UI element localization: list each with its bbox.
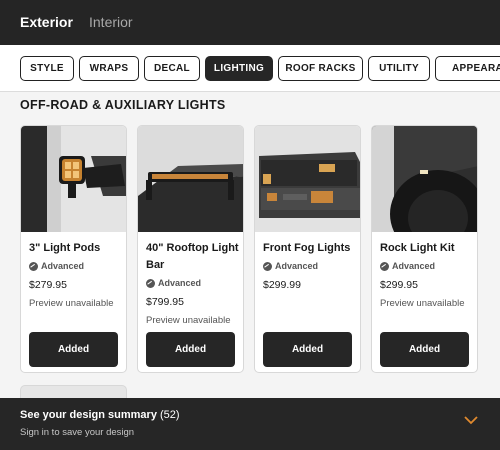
product-price: $299.99 <box>263 279 301 291</box>
product-card[interactable]: Front Fog Lights Advanced $299.99 Added <box>254 125 361 373</box>
top-navigation-bar: Exterior Interior <box>0 0 500 45</box>
added-button[interactable]: Added <box>146 332 235 367</box>
product-card[interactable]: Rock Light Kit Advanced $299.95 Preview … <box>371 125 478 373</box>
advanced-badge: Advanced <box>380 261 435 271</box>
gauge-icon <box>263 261 272 271</box>
added-button[interactable]: Added <box>29 332 118 367</box>
product-name: 40" Rooftop Light Bar <box>146 242 239 271</box>
product-price: $799.95 <box>146 296 184 308</box>
preview-note: Preview unavailable <box>380 298 465 309</box>
badge-label: Advanced <box>275 261 319 271</box>
preview-note: Preview unavailable <box>146 315 231 326</box>
filter-chip-utility[interactable]: UTILITY <box>368 56 430 81</box>
filter-chip-appearance[interactable]: APPEARAN <box>435 56 500 81</box>
preview-note: Preview unavailable <box>29 298 114 309</box>
product-name: Rock Light Kit <box>380 242 455 254</box>
added-button[interactable]: Added <box>263 332 352 367</box>
added-button[interactable]: Added <box>380 332 469 367</box>
rock-light-image <box>372 126 477 232</box>
badge-label: Advanced <box>392 261 436 271</box>
advanced-badge: Advanced <box>146 278 201 288</box>
summary-title[interactable]: See your design summary (52) <box>20 409 180 421</box>
tab-exterior[interactable]: Exterior <box>20 14 73 30</box>
advanced-badge: Advanced <box>263 261 318 271</box>
advanced-badge: Advanced <box>29 261 84 271</box>
badge-label: Advanced <box>158 278 202 288</box>
product-card[interactable]: 40" Rooftop Light Bar Advanced $799.95 P… <box>137 125 244 373</box>
section-title: OFF-ROAD & AUXILIARY LIGHTS <box>20 98 226 112</box>
light-pod-image <box>21 126 126 232</box>
summary-count: (52) <box>160 409 180 421</box>
product-card[interactable]: 3" Light Pods Advanced $279.95 Preview u… <box>20 125 127 373</box>
filter-chip-wraps[interactable]: WRAPS <box>79 56 139 81</box>
gauge-icon <box>146 278 155 288</box>
product-price: $299.95 <box>380 279 418 291</box>
design-summary-bar[interactable]: See your design summary (52) Sign in to … <box>0 398 500 450</box>
summary-title-text: See your design summary <box>20 409 157 421</box>
product-name: 3" Light Pods <box>29 242 101 254</box>
rooftop-light-bar-image <box>138 126 243 232</box>
filter-chip-roof-racks[interactable]: ROOF RACKS <box>278 56 363 81</box>
filter-chip-style[interactable]: STYLE <box>20 56 74 81</box>
filter-chip-lighting[interactable]: LIGHTING <box>205 56 273 81</box>
chevron-down-icon[interactable] <box>464 416 478 425</box>
gauge-icon <box>29 261 38 271</box>
gauge-icon <box>380 261 389 271</box>
summary-subtitle: Sign in to save your design <box>20 427 135 438</box>
filter-chip-decal[interactable]: DECAL <box>144 56 200 81</box>
badge-label: Advanced <box>41 261 85 271</box>
fog-lights-image <box>255 126 360 232</box>
tab-interior[interactable]: Interior <box>89 14 133 30</box>
category-filter-bar: STYLE WRAPS DECAL LIGHTING ROOF RACKS UT… <box>0 45 500 92</box>
product-name: Front Fog Lights <box>263 242 351 254</box>
product-price: $279.95 <box>29 279 67 291</box>
